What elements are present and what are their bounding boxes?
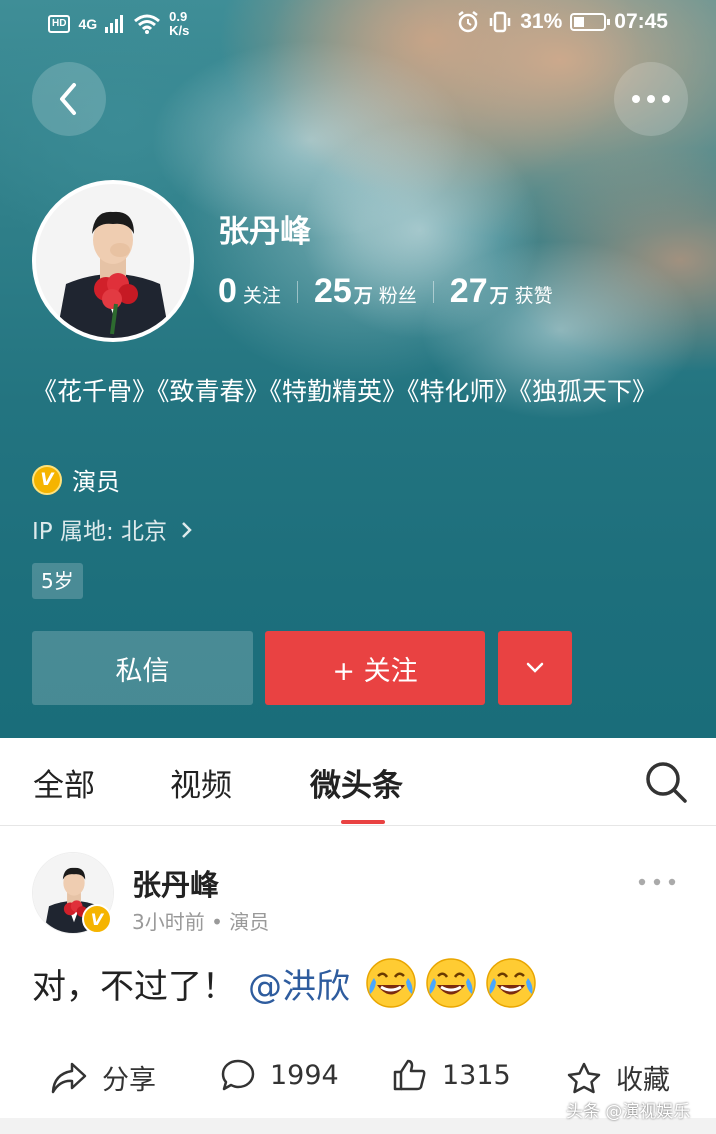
- ip-location-link[interactable]: IP 属地: 北京: [32, 512, 194, 546]
- fans-count: 25: [313, 272, 352, 310]
- verified-badge-icon: V: [82, 904, 112, 934]
- ip-location: IP 属地: 北京: [32, 519, 168, 545]
- content-tabs: 全部 视频 微头条: [0, 738, 716, 826]
- post-meta: 3小时前 • 演员: [132, 910, 270, 934]
- chevron-right-icon: [182, 522, 193, 538]
- comment-icon: [221, 1059, 255, 1091]
- avatar[interactable]: [32, 180, 194, 342]
- fans-unit: 万: [353, 285, 373, 307]
- clock: 07:45: [614, 10, 668, 33]
- alarm-icon: [458, 11, 478, 33]
- more-dots-icon: [632, 95, 670, 103]
- post-content[interactable]: 对，不过了！ @洪欣: [32, 956, 538, 1010]
- post-more-icon[interactable]: [638, 878, 676, 886]
- account-age-tag: 5岁: [32, 563, 83, 599]
- tab-all[interactable]: 全部: [33, 760, 95, 805]
- likes-stat[interactable]: 27 万 获赞: [450, 272, 553, 311]
- signal-icon: [105, 15, 124, 33]
- hd-icon: HD: [48, 15, 71, 33]
- following-count: 0: [218, 272, 237, 310]
- follow-dropdown-button[interactable]: [498, 631, 572, 705]
- more-options-button[interactable]: [614, 62, 688, 136]
- thumbs-up-icon: [393, 1059, 426, 1091]
- profile-name: 张丹峰: [218, 214, 311, 250]
- following-label: 关注: [242, 285, 281, 307]
- share-icon: [51, 1062, 87, 1093]
- active-tab-indicator: [341, 820, 385, 824]
- crying-laughing-emoji-icon: [366, 958, 416, 1008]
- network-speed-value: 0.9: [169, 9, 188, 24]
- comment-count: 1994: [270, 1059, 339, 1091]
- battery-icon: [570, 13, 611, 31]
- chevron-down-icon: [526, 662, 544, 673]
- comment-button[interactable]: 1994: [220, 1058, 339, 1092]
- following-stat[interactable]: 0 关注: [218, 272, 281, 311]
- verified-role: V 演员: [32, 462, 120, 497]
- status-bar: HD 4G 0.9 K/s 31% 07:45: [0, 0, 716, 50]
- likes-label: 获赞: [514, 285, 553, 307]
- chevron-left-icon: [60, 83, 76, 115]
- fans-stat[interactable]: 25 万 粉丝: [314, 272, 417, 311]
- tab-micro-posts[interactable]: 微头条: [310, 760, 403, 805]
- like-button[interactable]: 1315: [392, 1058, 511, 1092]
- profile-header: HD 4G 0.9 K/s 31% 07:45 张丹峰 0 关注 25 万 粉丝…: [0, 0, 716, 738]
- verified-badge-icon: V: [32, 464, 62, 495]
- fans-label: 粉丝: [378, 285, 417, 307]
- likes-unit: 万: [489, 285, 509, 307]
- profile-stats: 0 关注 25 万 粉丝 27 万 获赞: [218, 272, 553, 311]
- profile-bio: 《花千骨》《致青春》《特勤精英》《特化师》《独孤天下》: [32, 377, 658, 406]
- follow-button[interactable]: + 关注: [265, 631, 485, 705]
- star-icon: [567, 1062, 601, 1093]
- role-label: 演员: [72, 468, 120, 496]
- stat-divider: [432, 280, 434, 303]
- network-type: 4G: [78, 16, 98, 32]
- network-speed-unit: K/s: [169, 23, 190, 38]
- tab-videos[interactable]: 视频: [170, 760, 232, 805]
- stat-divider: [296, 280, 298, 303]
- share-button[interactable]: 分享: [50, 1058, 156, 1097]
- search-icon[interactable]: [644, 760, 688, 804]
- message-button[interactable]: 私信: [32, 631, 253, 705]
- battery-percent: 31%: [520, 10, 563, 33]
- crying-laughing-emoji-icon: [486, 958, 536, 1008]
- post-author-name[interactable]: 张丹峰: [132, 862, 219, 904]
- post-text: 对，不过了！: [32, 966, 236, 1007]
- network-speed: 0.9 K/s: [169, 10, 189, 38]
- vibrate-icon: [490, 11, 511, 33]
- wifi-icon: [134, 14, 161, 34]
- favorite-button[interactable]: 收藏: [566, 1058, 670, 1097]
- avatar-image: [36, 184, 190, 338]
- like-count: 1315: [442, 1059, 511, 1091]
- back-button[interactable]: [32, 62, 106, 136]
- favorite-label: 收藏: [616, 1065, 670, 1096]
- share-label: 分享: [102, 1065, 156, 1096]
- watermark: 头条 @演视娱乐: [566, 1102, 691, 1122]
- mention-link[interactable]: @洪欣: [248, 959, 350, 1008]
- likes-count: 27: [449, 272, 488, 310]
- crying-laughing-emoji-icon: [426, 958, 476, 1008]
- post-card[interactable]: V 张丹峰 3小时前 • 演员 对，不过了！ @洪欣 分享 1994 1315 …: [0, 826, 716, 1118]
